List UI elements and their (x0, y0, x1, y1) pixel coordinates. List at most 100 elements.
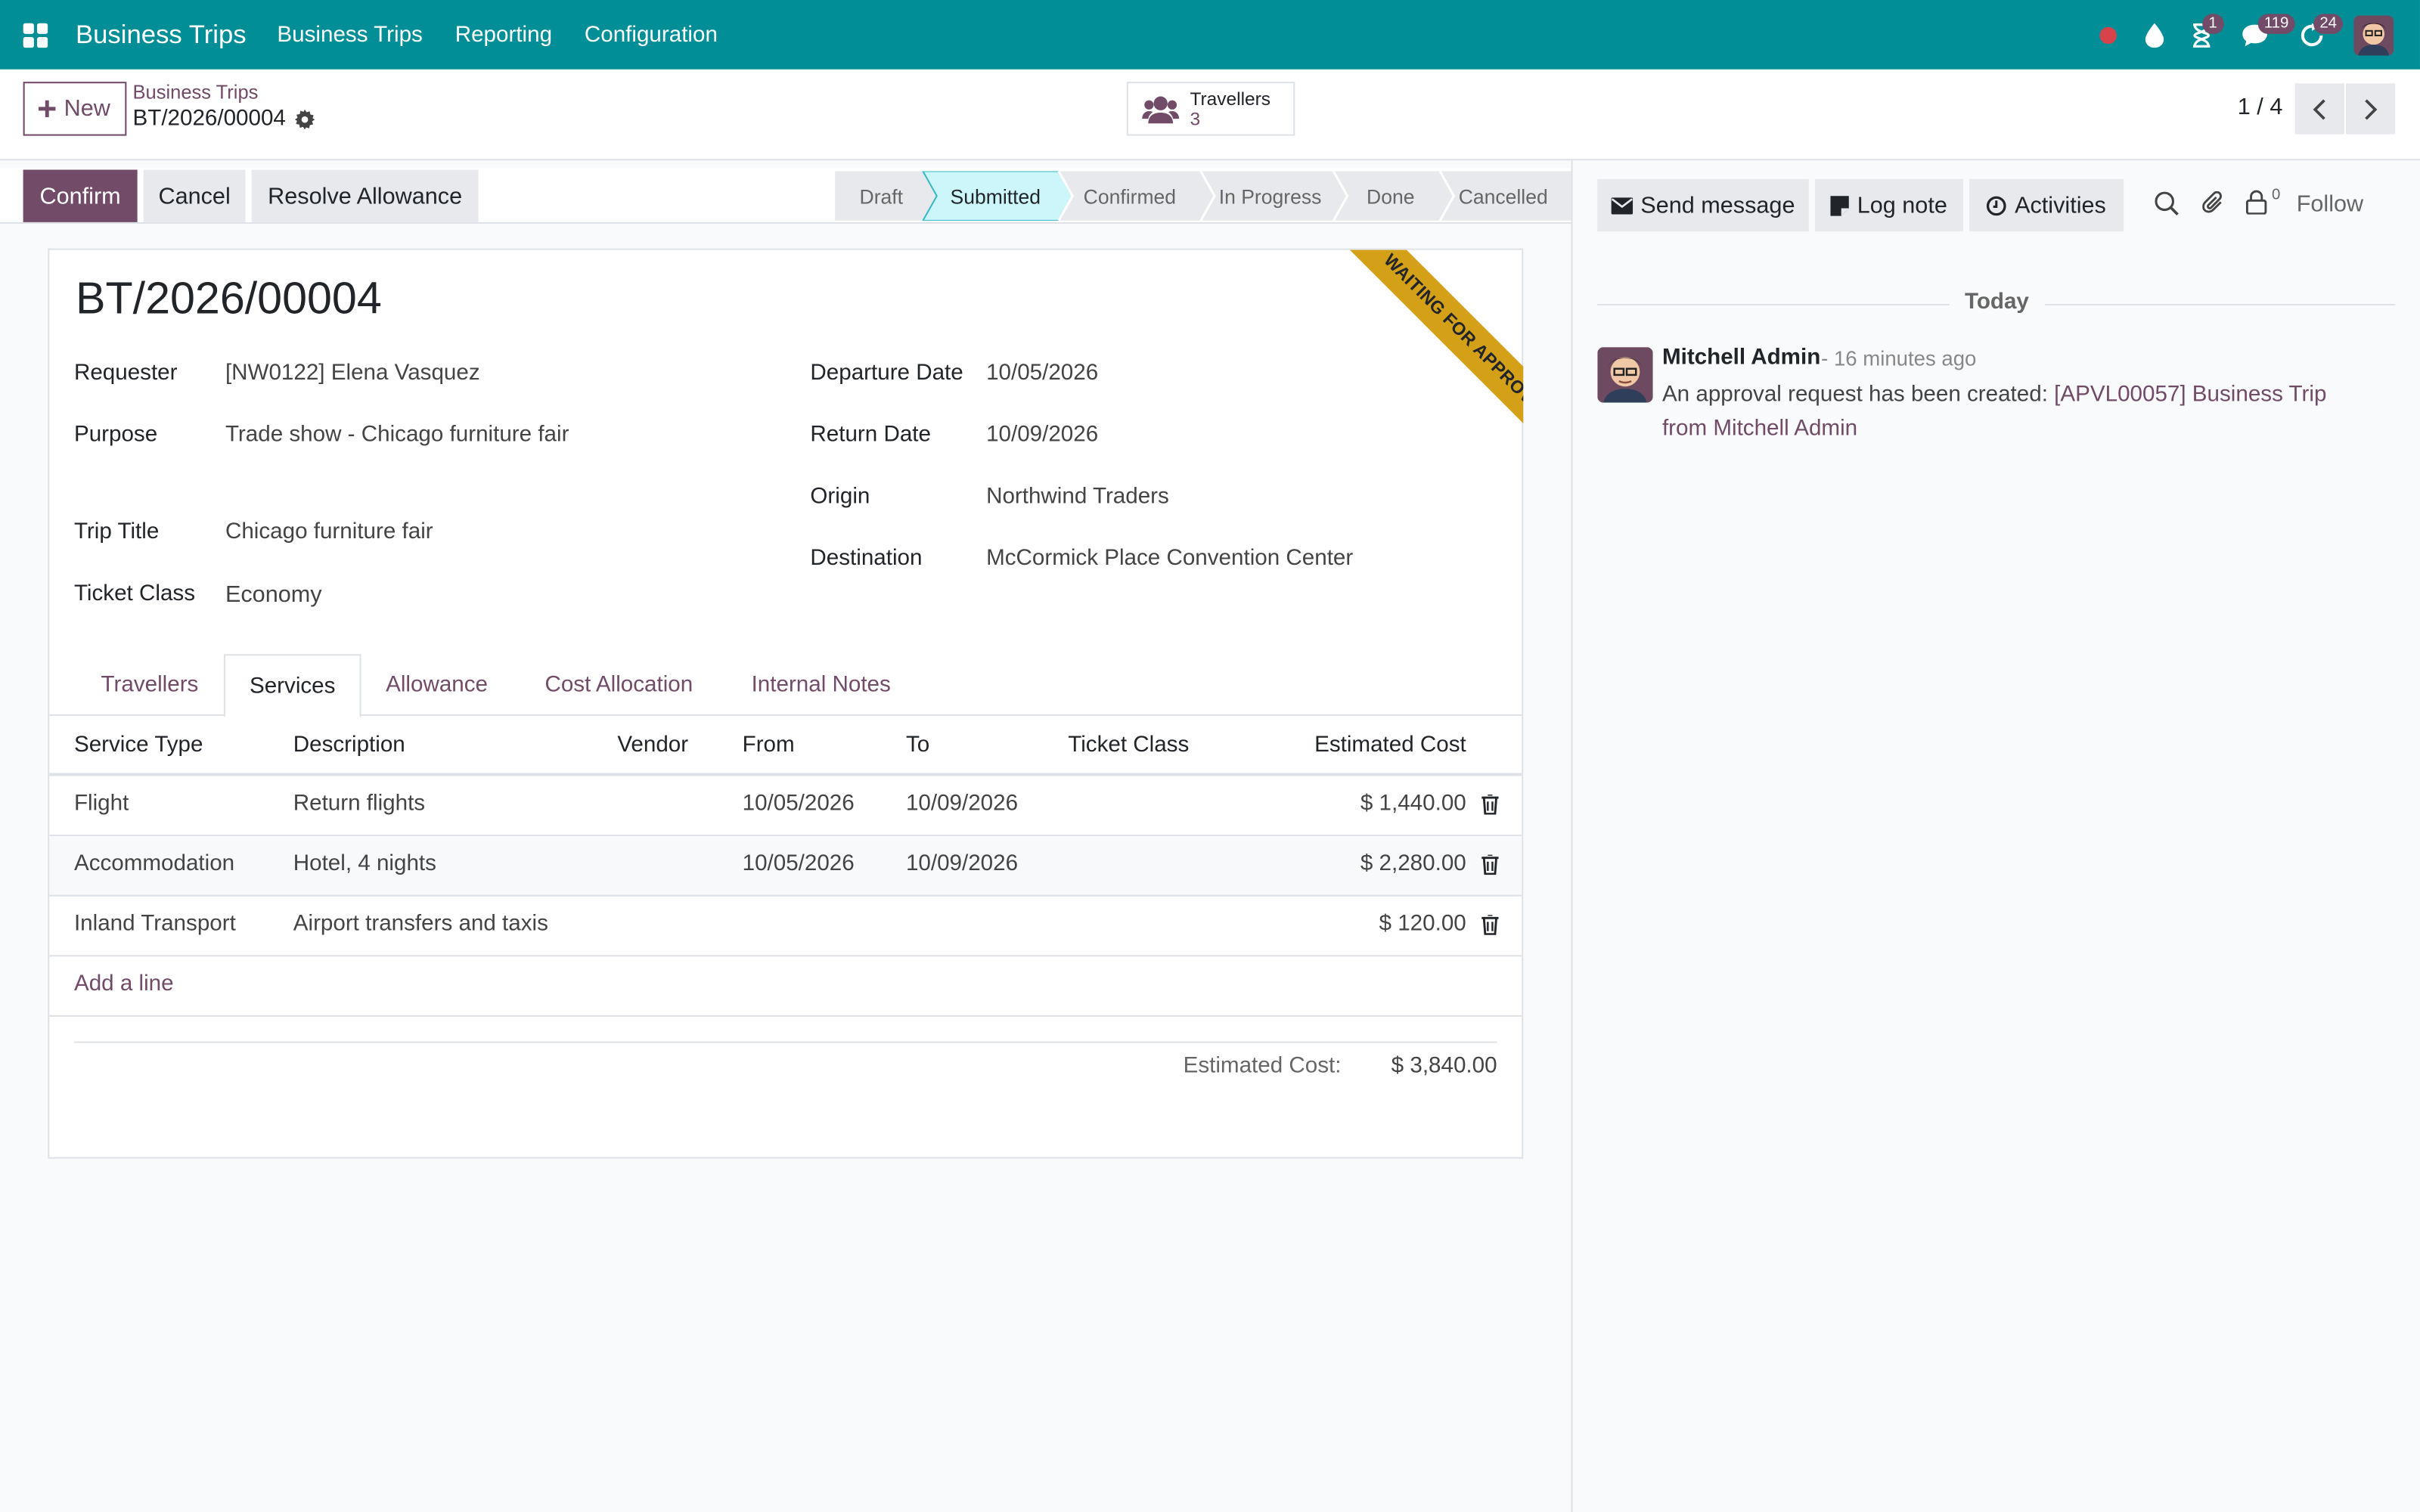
approval-ribbon: WAITING FOR APPROVAL (1299, 249, 1524, 474)
ticket-class-field[interactable]: Economy (225, 581, 322, 608)
trash-icon[interactable] (1481, 854, 1499, 875)
stage-done[interactable]: Done (1351, 172, 1431, 221)
recording-dot-icon[interactable] (2085, 0, 2131, 70)
search-icon[interactable] (2155, 191, 2180, 216)
drop-icon[interactable] (2131, 0, 2177, 70)
messages-icon[interactable]: 119 (2224, 0, 2295, 70)
purpose-label: Purpose (73, 423, 158, 448)
followers-count: 0 (2272, 186, 2281, 204)
table-row[interactable]: Flight Return flights 10/05/2026 10/09/2… (49, 776, 1522, 837)
new-button[interactable]: New (23, 82, 127, 136)
message-author[interactable]: Mitchell Admin (1662, 345, 1820, 370)
apps-menu-icon[interactable] (0, 0, 71, 70)
message-author-avatar[interactable] (1597, 347, 1653, 403)
cell-to: 10/09/2026 (905, 851, 1019, 877)
add-line-row: Add a line (49, 956, 1522, 1017)
breadcrumb-parent[interactable]: Business Trips (133, 82, 259, 104)
tab-travellers[interactable]: Travellers (76, 654, 224, 716)
updates-icon[interactable]: 24 (2285, 0, 2344, 70)
cell-service-type: Accommodation (73, 851, 235, 877)
message-time: - 16 minutes ago (1821, 347, 1977, 370)
total-label: Estimated Cost: (1183, 1053, 1342, 1079)
confirm-button[interactable]: Confirm (23, 169, 138, 222)
col-vendor[interactable]: Vendor (617, 733, 688, 758)
activities-badge: 1 (2202, 14, 2223, 34)
ticket-class-label: Ticket Class (73, 581, 196, 607)
pager-previous-button[interactable] (2294, 83, 2344, 135)
travellers-label: Travellers (1190, 87, 1271, 109)
stage-submitted[interactable]: Submitted (931, 172, 1060, 221)
follow-button[interactable]: Follow (2297, 191, 2363, 218)
stage-cancelled[interactable]: Cancelled (1455, 172, 1551, 221)
col-service-type[interactable]: Service Type (74, 733, 203, 758)
return-date-label: Return Date (810, 423, 931, 448)
systray: 1 119 24 (2085, 0, 2420, 70)
tab-allowance[interactable]: Allowance (361, 654, 513, 716)
requester-field[interactable]: [NW0122] Elena Vasquez (225, 361, 480, 386)
chatter-panel: Send message Log note Activities 0 Follo… (1571, 160, 2420, 1512)
log-note-label: Log note (1857, 192, 1947, 218)
status-bar: Confirm Cancel Resolve Allowance Draft S… (0, 168, 1573, 224)
trip-title-field[interactable]: Chicago furniture fair (225, 520, 433, 545)
table-row[interactable]: Accommodation Hotel, 4 nights 10/05/2026… (49, 836, 1522, 897)
trash-icon[interactable] (1481, 915, 1499, 935)
breadcrumb-current: BT/2026/00004 (133, 107, 315, 131)
control-panel: New Business Trips BT/2026/00004 Travell… (0, 69, 2420, 161)
users-icon (1142, 93, 1180, 124)
col-ticket-class[interactable]: Ticket Class (1068, 733, 1189, 758)
form-sheet: WAITING FOR APPROVAL BT/2026/00004 Reque… (48, 248, 1524, 1159)
cell-estimated-cost: $ 1,440.00 (1360, 791, 1466, 816)
pager-next-button[interactable] (2346, 83, 2396, 135)
origin-field[interactable]: Northwind Traders (986, 485, 1169, 510)
pager-value[interactable]: 1 / 4 (2238, 94, 2283, 120)
cell-description: Airport transfers and taxis (293, 912, 548, 937)
stage-in-progress[interactable]: In Progress (1212, 172, 1329, 221)
resolve-allowance-button[interactable]: Resolve Allowance (251, 169, 479, 222)
send-message-button[interactable]: Send message (1597, 178, 1809, 232)
tab-services[interactable]: Services (223, 654, 361, 717)
send-message-label: Send message (1640, 192, 1795, 218)
menu-business-trips[interactable]: Business Trips (277, 23, 422, 48)
col-estimated-cost[interactable]: Estimated Cost (1314, 733, 1466, 758)
col-description[interactable]: Description (293, 733, 405, 758)
destination-field[interactable]: McCormick Place Convention Center (986, 546, 1353, 571)
activities-button[interactable]: Activities (1969, 178, 2124, 232)
updates-badge: 24 (2313, 14, 2344, 34)
total-divider (73, 1041, 1497, 1043)
cancel-button[interactable]: Cancel (143, 169, 246, 222)
return-date-field[interactable]: 10/09/2026 (986, 423, 1098, 448)
add-line-link[interactable]: Add a line (74, 972, 174, 997)
cell-to: 10/09/2026 (905, 791, 1019, 816)
paperclip-icon[interactable] (2202, 191, 2226, 216)
gear-icon[interactable] (295, 108, 315, 129)
stage-draft[interactable]: Draft (835, 172, 927, 221)
departure-date-label: Departure Date (810, 361, 963, 386)
user-avatar[interactable] (2353, 14, 2394, 55)
col-to[interactable]: To (906, 733, 929, 758)
tab-internal-notes[interactable]: Internal Notes (725, 654, 917, 716)
ribbon-text: WAITING FOR APPROVAL (1332, 249, 1524, 472)
menu-configuration[interactable]: Configuration (585, 23, 718, 48)
envelope-icon (1611, 197, 1634, 214)
requester-label: Requester (73, 361, 178, 386)
departure-date-field[interactable]: 10/05/2026 (986, 361, 1098, 386)
followers-lock-icon[interactable] (2245, 190, 2267, 215)
table-row[interactable]: Inland Transport Airport transfers and t… (49, 897, 1522, 957)
app-brand[interactable]: Business Trips (76, 20, 247, 51)
activities-label: Activities (2015, 192, 2106, 218)
date-separator: Today (1949, 290, 2045, 315)
message-body: An approval request has been created: [A… (1662, 378, 2341, 446)
travellers-smart-button[interactable]: Travellers 3 (1126, 82, 1295, 136)
cell-estimated-cost: $ 2,280.00 (1360, 851, 1466, 877)
notebook-tabs: Travellers Services Allowance Cost Alloc… (49, 654, 1522, 717)
tab-cost-allocation[interactable]: Cost Allocation (516, 654, 722, 716)
cell-estimated-cost: $ 120.00 (1379, 912, 1466, 937)
trash-icon[interactable] (1481, 795, 1499, 815)
activities-hourglass-icon[interactable]: 1 (2178, 0, 2224, 70)
log-note-button[interactable]: Log note (1814, 178, 1963, 232)
stage-confirmed[interactable]: Confirmed (1066, 172, 1193, 221)
purpose-field[interactable]: Trade show - Chicago furniture fair (225, 423, 569, 448)
col-from[interactable]: From (743, 733, 795, 758)
cell-description: Hotel, 4 nights (293, 851, 436, 877)
menu-reporting[interactable]: Reporting (455, 23, 552, 48)
